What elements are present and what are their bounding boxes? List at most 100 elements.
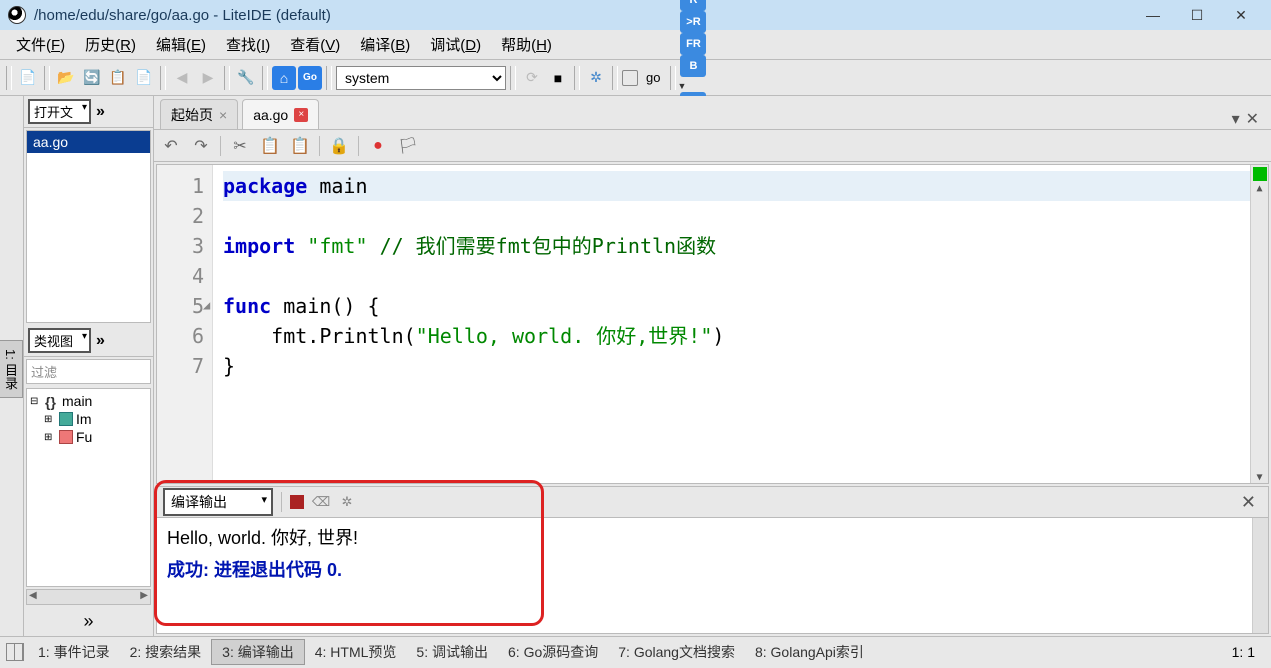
- status-tab[interactable]: 2: 搜索结果: [120, 640, 212, 664]
- output-combo[interactable]: 编译输出: [163, 488, 273, 516]
- settings-icon[interactable]: ✲: [338, 493, 356, 511]
- menu-item[interactable]: 查找(I): [216, 30, 280, 59]
- checkbox-icon[interactable]: [622, 70, 638, 86]
- record-icon[interactable]: ●: [367, 135, 389, 157]
- code-body[interactable]: package mainimport "fmt" // 我们需要fmt包中的Pr…: [213, 165, 1250, 483]
- outline-tree: ⊟{}main ⊞Im ⊞Fu: [26, 388, 151, 587]
- menu-item[interactable]: 历史(R): [75, 30, 146, 59]
- code-editor[interactable]: 1234567 package mainimport "fmt" // 我们需要…: [156, 164, 1269, 484]
- expand-icon[interactable]: »: [24, 607, 153, 636]
- clear-icon[interactable]: ⌫: [312, 493, 330, 511]
- editor-tabbar: 起始页 × aa.go × ▾ ✕: [154, 96, 1271, 130]
- more-icon[interactable]: »: [94, 103, 107, 121]
- outline-root[interactable]: ⊟{}main: [30, 392, 147, 410]
- h-scrollbar[interactable]: [26, 589, 151, 605]
- new-file-icon[interactable]: 📄: [16, 66, 40, 90]
- toolbar-badge[interactable]: B: [680, 55, 706, 77]
- copy2-icon[interactable]: 📋: [259, 135, 281, 157]
- refresh-icon[interactable]: 🔄: [80, 66, 104, 90]
- output-line: Hello, world. 你好, 世界!: [167, 524, 1258, 550]
- tools-icon[interactable]: 🔧: [234, 66, 258, 90]
- tab-close-icon[interactable]: ×: [294, 108, 308, 122]
- status-tab[interactable]: 7: Golang文档搜索: [608, 640, 745, 664]
- copy-icon[interactable]: 📋: [106, 66, 130, 90]
- status-tab[interactable]: 3: 编译输出: [211, 639, 305, 665]
- left-tab-strip: 1: 目录2: 打开文档3: 类视图4: 大纲»: [0, 96, 24, 636]
- class-view-header: 类视图 »: [24, 325, 153, 357]
- marker-icon: [1253, 167, 1267, 181]
- line-gutter: 1234567: [157, 165, 213, 483]
- menu-item[interactable]: 编辑(E): [146, 30, 216, 59]
- main-area: 1: 目录2: 打开文档3: 类视图4: 大纲» 打开文 » aa.go 类视图…: [0, 96, 1271, 636]
- open-docs-combo[interactable]: 打开文: [28, 99, 91, 124]
- output-panel: 编译输出 ⌫ ✲ ✕ Hello, world. 你好, 世界! 成功: 进程退…: [156, 486, 1269, 634]
- status-tab[interactable]: 8: GolangApi索引: [745, 640, 874, 664]
- sync-icon[interactable]: ⟳: [520, 66, 544, 90]
- undo-icon[interactable]: ↶: [160, 135, 182, 157]
- vertical-tab[interactable]: 1: 目录: [0, 340, 23, 398]
- stop-button[interactable]: [290, 495, 304, 509]
- titlebar: /home/edu/share/go/aa.go - LiteIDE (defa…: [0, 0, 1271, 30]
- side-panel: 打开文 » aa.go 类视图 » 过滤 ⊟{}main ⊞Im ⊞Fu »: [24, 96, 154, 636]
- menu-item[interactable]: 文件(F): [6, 30, 75, 59]
- tab-menu-icon[interactable]: ▾: [1232, 109, 1240, 129]
- editor-toolbar: ↶ ↷ ✂ 📋 📋 🔒 ● 🏳: [154, 130, 1271, 162]
- cut-icon[interactable]: ✂: [229, 135, 251, 157]
- outline-func[interactable]: ⊞Fu: [30, 428, 147, 446]
- toolbar-badge[interactable]: FR: [680, 33, 706, 55]
- fold-marker[interactable]: ◢: [203, 298, 210, 312]
- editor-tab[interactable]: 起始页 ×: [160, 99, 238, 129]
- status-tab[interactable]: 5: 调试输出: [406, 640, 498, 664]
- app-icon: [8, 6, 26, 24]
- minimize-button[interactable]: —: [1131, 1, 1175, 29]
- tab-close-icon[interactable]: ×: [219, 107, 227, 123]
- status-tab[interactable]: 4: HTML预览: [305, 640, 407, 664]
- toolbar-badge[interactable]: R: [680, 0, 706, 11]
- go-label: go: [640, 70, 666, 85]
- minimap[interactable]: ▲ ▼: [1250, 165, 1268, 483]
- stop-icon[interactable]: ■: [546, 66, 570, 90]
- output-close-icon[interactable]: ✕: [1235, 492, 1262, 513]
- class-view-combo[interactable]: 类视图: [28, 328, 91, 353]
- output-header: 编译输出 ⌫ ✲ ✕: [156, 486, 1269, 518]
- tab-label: aa.go: [253, 107, 288, 123]
- menu-item[interactable]: 调试(D): [420, 30, 491, 59]
- forward-icon[interactable]: ▶: [196, 66, 220, 90]
- redo-icon[interactable]: ↷: [190, 135, 212, 157]
- editor-tab[interactable]: aa.go ×: [242, 99, 319, 129]
- open-folder-icon[interactable]: 📂: [54, 66, 78, 90]
- output-success: 成功: 进程退出代码 0.: [167, 556, 1258, 582]
- more-icon[interactable]: »: [94, 332, 107, 350]
- tab-close-icon[interactable]: ✕: [1246, 109, 1259, 129]
- v-scrollbar[interactable]: [1252, 518, 1268, 633]
- home-icon[interactable]: ⌂: [272, 66, 296, 90]
- gear-icon[interactable]: ✲: [584, 66, 608, 90]
- cursor-position: 1: 1: [1222, 644, 1265, 660]
- lock-icon[interactable]: 🔒: [328, 135, 350, 157]
- open-docs-header: 打开文 »: [24, 96, 153, 128]
- menu-item[interactable]: 编译(B): [350, 30, 420, 59]
- layout-icon[interactable]: [6, 643, 24, 661]
- window-title: /home/edu/share/go/aa.go - LiteIDE (defa…: [34, 7, 1131, 24]
- output-body: Hello, world. 你好, 世界! 成功: 进程退出代码 0.: [156, 518, 1269, 634]
- filter-input[interactable]: 过滤: [26, 359, 151, 384]
- back-icon[interactable]: ◀: [170, 66, 194, 90]
- flag-icon[interactable]: 🏳: [397, 135, 419, 157]
- menu-item[interactable]: 帮助(H): [491, 30, 562, 59]
- toolbar-badge[interactable]: >R: [680, 11, 706, 33]
- close-button[interactable]: ✕: [1219, 1, 1263, 29]
- main-toolbar: 📄 📂 🔄 📋 📄 ◀ ▶ 🔧 ⌂ Go system ⟳ ■ ✲ go BR …: [0, 60, 1271, 96]
- status-tab[interactable]: 6: Go源码查询: [498, 640, 608, 664]
- open-docs-list: aa.go: [26, 130, 151, 323]
- go-icon[interactable]: Go: [298, 66, 322, 90]
- menubar: 文件(F)历史(R)编辑(E)查找(I)查看(V)编译(B)调试(D)帮助(H): [0, 30, 1271, 60]
- maximize-button[interactable]: ☐: [1175, 1, 1219, 29]
- paste-icon[interactable]: 📄: [132, 66, 156, 90]
- paste2-icon[interactable]: 📋: [289, 135, 311, 157]
- file-item[interactable]: aa.go: [27, 131, 150, 153]
- status-tab[interactable]: 1: 事件记录: [28, 640, 120, 664]
- tab-label: 起始页: [171, 105, 213, 125]
- menu-item[interactable]: 查看(V): [280, 30, 350, 59]
- env-selector[interactable]: system: [336, 66, 506, 90]
- outline-import[interactable]: ⊞Im: [30, 410, 147, 428]
